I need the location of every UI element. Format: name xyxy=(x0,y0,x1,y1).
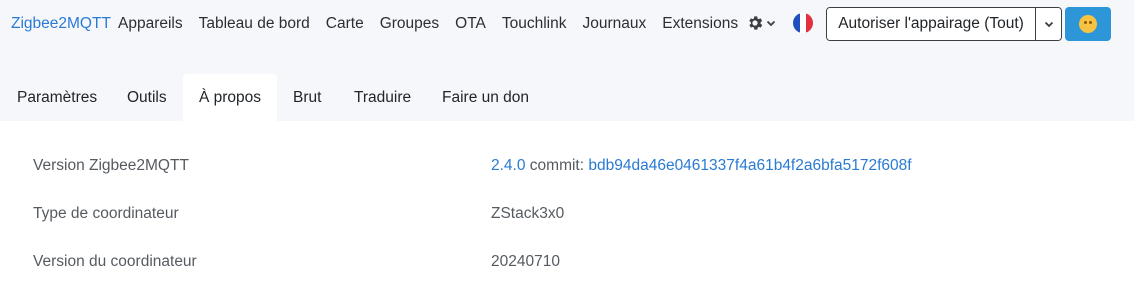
about-label: Version du coordinateur xyxy=(33,253,197,270)
nav-link-touchlink[interactable]: Touchlink xyxy=(502,15,567,33)
nav-link-groupes[interactable]: Groupes xyxy=(380,15,439,33)
chevron-down-icon xyxy=(1044,21,1053,28)
permit-join-button[interactable]: Autoriser l'appairage (Tout) xyxy=(827,8,1035,40)
about-row-coordinator-type: Type de coordinateur ZStack3x0 xyxy=(0,169,1134,222)
nav-link-carte[interactable]: Carte xyxy=(326,15,364,33)
tab-parametres[interactable]: Paramètres xyxy=(17,74,97,122)
nav-link-journaux[interactable]: Journaux xyxy=(583,15,647,33)
settings-menu[interactable] xyxy=(746,14,776,32)
gear-icon xyxy=(749,16,763,30)
top-navbar: Zigbee2MQTT Appareils Tableau de bord Ca… xyxy=(0,0,1134,50)
about-value: 20240710 xyxy=(491,253,560,270)
nav-link-appareils[interactable]: Appareils xyxy=(118,15,183,33)
permit-join-group: Autoriser l'appairage (Tout) xyxy=(826,7,1062,41)
avatar-button[interactable] xyxy=(1065,7,1111,41)
chevron-down-icon xyxy=(766,20,776,27)
avatar-icon xyxy=(1079,15,1097,33)
permit-join-dropdown-toggle[interactable] xyxy=(1035,8,1061,40)
brand-link[interactable]: Zigbee2MQTT xyxy=(11,15,111,33)
tab-outils[interactable]: Outils xyxy=(127,74,167,122)
main-nav: Appareils Tableau de bord Carte Groupes … xyxy=(118,15,754,33)
nav-link-extensions[interactable]: Extensions xyxy=(662,15,738,33)
tab-traduire[interactable]: Traduire xyxy=(354,74,411,122)
tab-faire-un-don[interactable]: Faire un don xyxy=(442,74,529,122)
settings-tabs: Paramètres Outils À propos Brut Traduire… xyxy=(0,74,1134,122)
nav-link-tableau-de-bord[interactable]: Tableau de bord xyxy=(199,15,310,33)
about-panel: Version Zigbee2MQTT 2.4.0 commit: bdb94d… xyxy=(0,121,1134,290)
tab-a-propos[interactable]: À propos xyxy=(183,74,277,122)
tab-brut[interactable]: Brut xyxy=(293,74,321,122)
language-flag-icon[interactable] xyxy=(793,13,813,33)
about-row-coordinator-version: Version du coordinateur 20240710 xyxy=(0,217,1134,270)
nav-link-ota[interactable]: OTA xyxy=(455,15,486,33)
about-row-version: Version Zigbee2MQTT 2.4.0 commit: bdb94d… xyxy=(0,121,1134,174)
